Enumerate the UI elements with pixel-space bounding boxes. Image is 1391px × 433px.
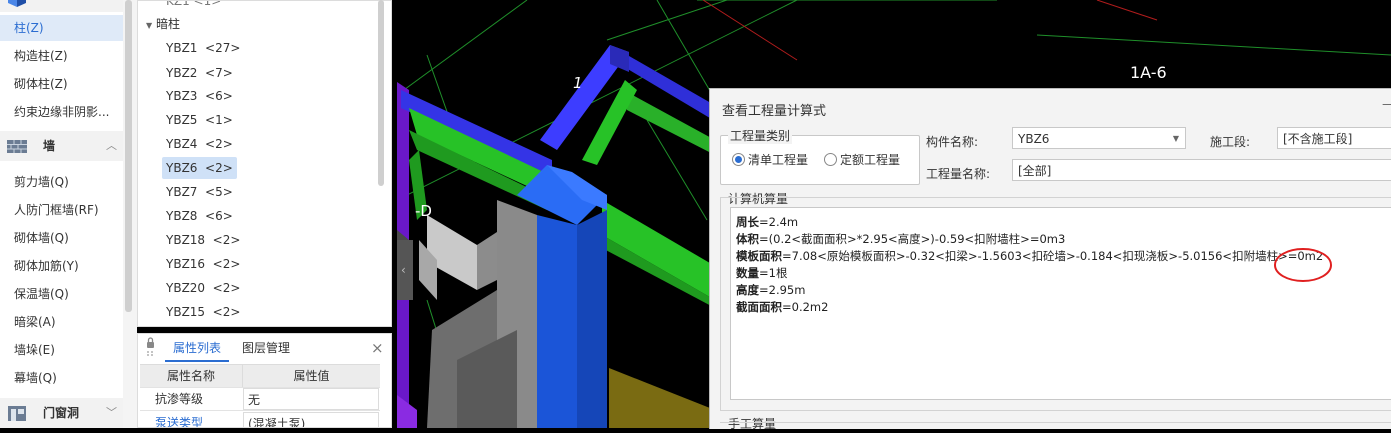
- tree-scrollbar[interactable]: [378, 0, 384, 186]
- tree-item-ybz6[interactable]: YBZ6 <2>: [162, 157, 237, 179]
- tab-property-list[interactable]: 属性列表: [165, 334, 229, 362]
- close-icon[interactable]: ×: [371, 334, 385, 362]
- construction-stage-select[interactable]: [不含施工段]: [1277, 127, 1391, 149]
- nav-item-civil-defense-door-wall[interactable]: 人防门框墙(RF): [0, 197, 123, 223]
- tree-item-ybz7[interactable]: YBZ7 <5>: [162, 181, 237, 203]
- tree-collapse-icon[interactable]: ▼: [146, 21, 152, 30]
- axis-label-d: -D: [415, 202, 432, 220]
- calc-formula-textarea[interactable]: 周长=2.4m 体积=(0.2<截面面积>*2.95<高度>)-0.59<扣附墙…: [730, 207, 1391, 400]
- radio-bill-label[interactable]: 清单工程量: [748, 151, 808, 168]
- property-value[interactable]: 无: [243, 388, 379, 410]
- column-ybz6-side: [577, 210, 607, 428]
- nav-item-insulation-wall[interactable]: 保温墙(Q): [0, 281, 123, 307]
- quantity-name-label: 工程量名称:: [926, 167, 991, 181]
- formula-line: 截面面积=0.2m2: [736, 300, 829, 314]
- formula-line: 周长=2.4m: [736, 215, 799, 229]
- header-property-name: 属性名称: [140, 365, 243, 387]
- nav-item-curtain-wall[interactable]: 幕墙(Q): [0, 365, 123, 391]
- nav-group-door-window[interactable]: 门窗洞 ﹀: [0, 398, 123, 428]
- tree-group-label: 暗柱: [155, 17, 180, 31]
- door-window-icon: [8, 406, 26, 421]
- quantity-type-label: 工程量类别: [728, 127, 793, 144]
- property-table-header: 属性名称 属性值: [140, 364, 380, 388]
- table-row: 泵送类型 (混凝土泵): [140, 412, 380, 427]
- property-panel: 属性列表 图层管理 × 属性名称 属性值 抗渗等级 无 泵送类型 (混凝土泵): [137, 333, 392, 428]
- dropdown-arrow-icon: ▼: [1172, 134, 1179, 143]
- property-name-link[interactable]: 泵送类型: [155, 412, 240, 427]
- tree-item-ybz4[interactable]: YBZ4 <2>: [162, 133, 237, 155]
- formula-line: 模板面积=7.08<原始模板面积>-0.32<扣梁>-1.5603<扣砼墙>-0…: [736, 249, 1324, 263]
- nav-item-masonry-column[interactable]: 砌体柱(Z): [0, 71, 123, 97]
- nav-item-shear-wall[interactable]: 剪力墙(Q): [0, 169, 123, 195]
- nav-item-boundary-non-shadow[interactable]: 约束边缘非阴影...: [0, 99, 123, 125]
- tree-item-ybz2[interactable]: YBZ2 <7>: [162, 62, 237, 84]
- nav-item-masonry-wall[interactable]: 砌体墙(Q): [0, 225, 123, 251]
- column-group-icon: [8, 0, 26, 7]
- annotation-circle: [1274, 248, 1332, 282]
- svg-text:‹: ‹: [401, 263, 406, 277]
- formula-line: 体积=(0.2<截面面积>*2.95<高度>)-0.59<扣附墙柱>=0m3: [736, 232, 1066, 246]
- construction-stage-label: 施工段:: [1210, 135, 1251, 149]
- tree-item-ybz18[interactable]: YBZ18 <2>: [162, 229, 244, 251]
- chevron-up-icon[interactable]: ︿: [106, 131, 117, 161]
- property-name: 抗渗等级: [155, 392, 204, 406]
- radio-quota-quantity[interactable]: [824, 153, 837, 166]
- header-property-value: 属性值: [293, 369, 330, 383]
- nav-group-wall[interactable]: 墙 ︿: [0, 131, 123, 161]
- nav-item-wall-pier[interactable]: 墙垛(E): [0, 337, 123, 363]
- minimize-button[interactable]: —: [1382, 97, 1391, 112]
- quantity-formula-dialog: 查看工程量计算式 — 工程量类别 清单工程量 定额工程量 构件名称: YBZ6 …: [709, 88, 1391, 431]
- pin-icon[interactable]: [145, 337, 156, 359]
- radio-bill-quantity[interactable]: [732, 153, 745, 166]
- formula-line: 高度=2.95m: [736, 283, 806, 297]
- tree-item-ybz5[interactable]: YBZ5 <1>: [162, 109, 237, 131]
- tree-group-hidden-column[interactable]: ▼ 暗柱: [146, 13, 180, 35]
- table-row: 抗渗等级 无: [140, 388, 380, 411]
- nav-group-column[interactable]: [0, 0, 123, 12]
- component-name-select[interactable]: YBZ6 ▼: [1012, 127, 1186, 149]
- nav-item-column[interactable]: 柱(Z): [0, 15, 123, 41]
- property-value[interactable]: (混凝土泵): [243, 412, 379, 427]
- formula-line: 数量=1根: [736, 266, 788, 280]
- tree-item-ybz16[interactable]: YBZ16 <2>: [162, 253, 244, 275]
- wall-icon: [7, 140, 27, 153]
- nav-group-label: 门窗洞: [43, 406, 80, 420]
- radio-quota-label[interactable]: 定额工程量: [840, 151, 900, 168]
- nav-item-masonry-reinforcement[interactable]: 砌体加筋(Y): [0, 253, 123, 279]
- component-category-panel: 柱(Z) 构造柱(Z) 砌体柱(Z) 约束边缘非阴影... 墙 ︿ 剪力墙(Q)…: [0, 0, 124, 428]
- column-ybz6-side: [537, 215, 577, 428]
- chevron-down-icon[interactable]: ﹀: [106, 398, 117, 428]
- component-tree-panel: KZ1 <1> ▼ 暗柱 YBZ1 <27> YBZ2 <7> YBZ3 <6>…: [137, 0, 392, 327]
- axis-label-1: 1: [573, 74, 583, 92]
- nav-group-label: 墙: [43, 139, 56, 153]
- dialog-title: 查看工程量计算式: [722, 104, 827, 119]
- nav-item-constructional-column[interactable]: 构造柱(Z): [0, 43, 123, 69]
- tree-item-ybz15[interactable]: YBZ15 <2>: [162, 301, 244, 323]
- axis-label-1a6: 1A-6: [1130, 63, 1167, 82]
- tree-item-partial[interactable]: KZ1 <1>: [162, 1, 225, 12]
- left-scrollbar[interactable]: [125, 0, 132, 312]
- quantity-name-select[interactable]: [全部]: [1012, 159, 1391, 181]
- tree-item-ybz8[interactable]: YBZ8 <6>: [162, 205, 237, 227]
- tree-item-ybz20[interactable]: YBZ20 <2>: [162, 277, 244, 299]
- tree-item-ybz3[interactable]: YBZ3 <6>: [162, 85, 237, 107]
- component-name-label: 构件名称:: [926, 135, 979, 149]
- tab-layer-management[interactable]: 图层管理: [236, 334, 296, 362]
- tree-item-ybz1[interactable]: YBZ1 <27>: [162, 37, 244, 59]
- component-name-value: YBZ6: [1018, 132, 1050, 146]
- nav-item-hidden-beam[interactable]: 暗梁(A): [0, 309, 123, 335]
